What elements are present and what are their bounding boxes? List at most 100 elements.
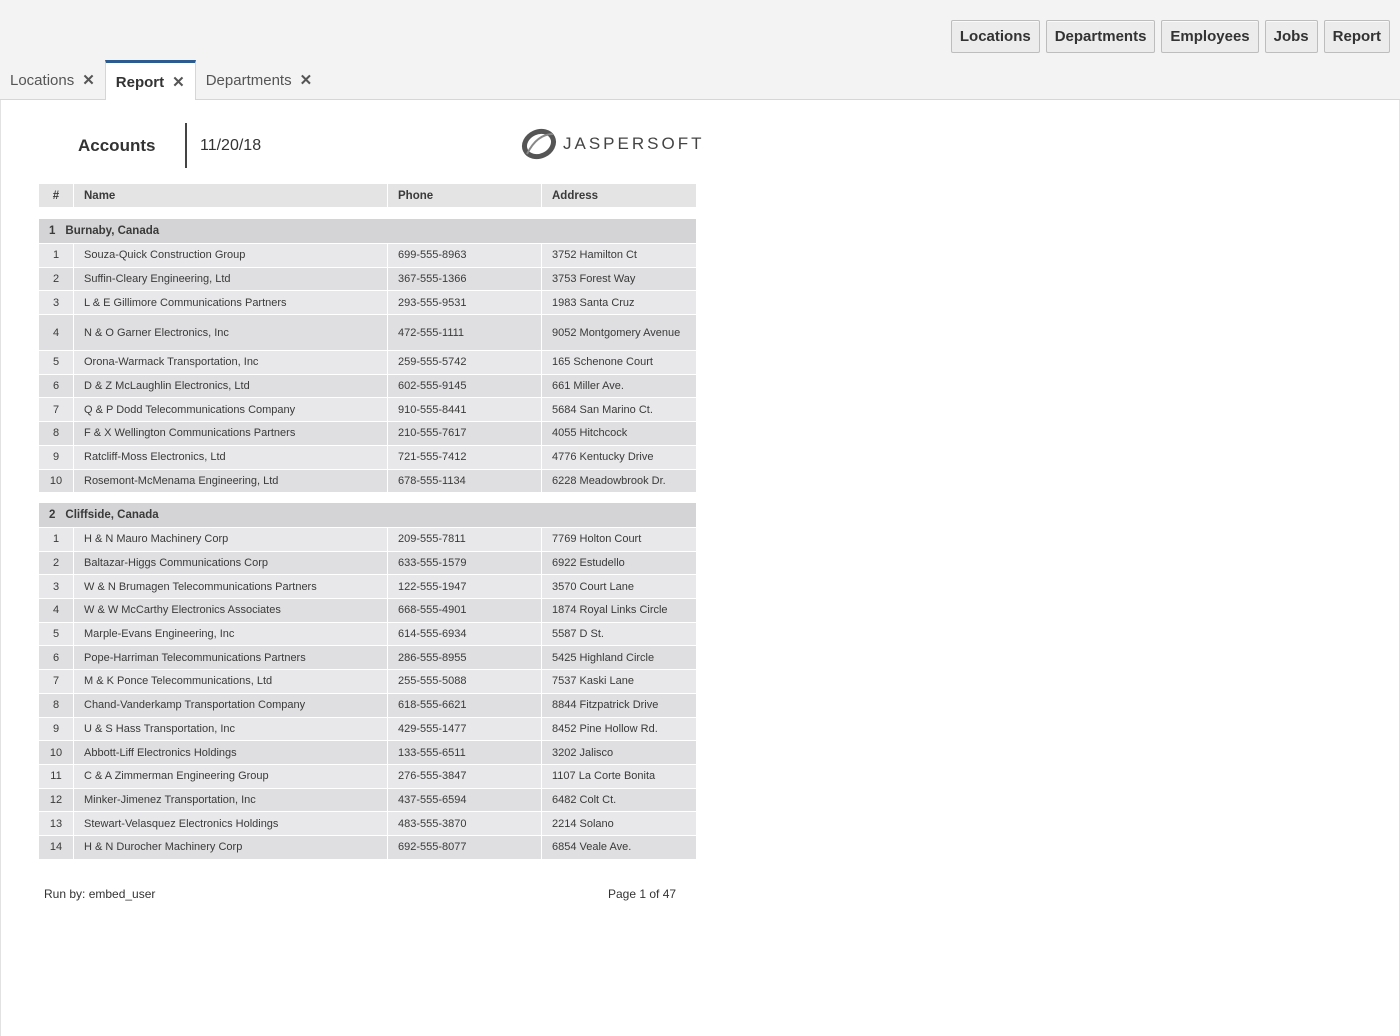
address-cell: 9052 Montgomery Avenue — [540, 314, 698, 352]
column-header-number[interactable]: # — [38, 183, 74, 208]
phone-cell: 692-555-8077 — [387, 834, 542, 860]
name-cell: N & O Garner Electronics, Inc — [73, 314, 388, 352]
phone-cell: 678-555-1134 — [387, 468, 542, 494]
table-row[interactable]: 3L & E Gillimore Communications Partners… — [38, 290, 698, 316]
table-row[interactable]: 4N & O Garner Electronics, Inc 472-555-11… — [38, 314, 698, 352]
name-cell: Marple-Evans Engineering, Inc — [73, 621, 388, 647]
tab-report[interactable]: Report ✕ — [104, 60, 196, 101]
row-number-cell: 4 — [38, 314, 74, 352]
table-row[interactable]: 13 Stewart-Velasquez Electronics Holdings… — [38, 811, 698, 836]
column-header-address[interactable]: Address — [541, 183, 697, 208]
tab-label: Locations — [10, 71, 75, 89]
phone-cell: 699-555-8963 — [387, 243, 542, 268]
phone-cell: 259-555-5742 — [387, 350, 542, 375]
address-cell: 3202 Jalisco — [540, 740, 698, 765]
phone-cell: 437-555-6594 — [387, 787, 542, 813]
name-cell: Souza-Quick Construction Group — [73, 243, 388, 268]
run-by-footer: Run by: embed_user — [44, 887, 156, 901]
name-cell: Suffin-Cleary Engineering, Ltd — [73, 266, 388, 292]
address-cell: 4055 Hitchcock — [540, 421, 698, 446]
column-header-phone[interactable]: Phone — [387, 183, 542, 208]
group-header-row: 2 Cliffside, Canada — [37, 502, 698, 528]
table-row[interactable]: 1H & N Mauro Machinery Corp 209-555-7811 7… — [38, 527, 698, 552]
phone-cell: 483-555-3870 — [387, 811, 542, 836]
logo-text: JASPERSOFT — [563, 134, 705, 153]
report-viewer: Accounts 11/20/18 JASPERSOFT # Name Phon… — [0, 100, 1400, 1036]
row-number-cell: 2 — [38, 266, 74, 292]
column-header-name[interactable]: Name — [73, 183, 388, 208]
tab-label: Report — [115, 73, 165, 91]
table-row[interactable]: 11 C & A Zimmerman Engineering Group 276-5… — [38, 763, 698, 789]
table-row[interactable]: 14 H & N Durocher Machinery Corp 692-555-8… — [38, 834, 698, 860]
row-number-cell: 7 — [38, 669, 74, 694]
phone-cell: 210-555-7617 — [387, 421, 542, 446]
phone-cell: 668-555-4901 — [387, 598, 542, 623]
row-number-cell: 1 — [38, 527, 74, 552]
table-row[interactable]: 8 Chand-Vanderkamp Transportation Company… — [38, 692, 698, 718]
row-number-cell: 6 — [38, 373, 74, 399]
name-cell: H & N Durocher Machinery Corp — [73, 834, 388, 860]
nav-jobs-button[interactable]: Jobs — [1264, 20, 1318, 53]
table-row[interactable]: 7M & K Ponce Telecommunications, Ltd 255-… — [38, 669, 698, 694]
table-row[interactable]: 10 Abbott-Liff Electronics Holdings 133-55… — [38, 740, 698, 765]
table-row[interactable]: 6D & Z McLaughlin Electronics, Ltd 602-55… — [38, 373, 698, 399]
table-row[interactable]: 9 Ratcliff-Moss Electronics, Ltd 721-555-7… — [38, 444, 698, 470]
nav-locations-button[interactable]: Locations — [950, 20, 1040, 53]
table-row[interactable]: 4W & W McCarthy Electronics Associates 66… — [38, 598, 698, 623]
group-name: Burnaby, Canada — [65, 225, 160, 237]
table-row[interactable]: 2 Baltazar-Higgs Communications Corp 633-5… — [38, 550, 698, 576]
table-row[interactable]: 8F & X Wellington Communications Partner… — [38, 421, 698, 446]
tab-label: Departments — [205, 71, 292, 89]
table-row[interactable]: 6 Pope-Harriman Telecommunications Partne… — [38, 645, 698, 671]
close-icon[interactable]: ✕ — [300, 71, 313, 89]
tab-bar: Locations ✕ Report ✕ Departments ✕ — [0, 60, 322, 101]
group-number: 2 — [49, 509, 56, 521]
nav-report-button[interactable]: Report — [1323, 20, 1390, 53]
table-row[interactable]: 1 Souza-Quick Construction Group 699-555-8… — [38, 243, 698, 268]
tab-departments[interactable]: Departments ✕ — [196, 60, 322, 100]
name-cell: Minker-Jimenez Transportation, Inc — [73, 787, 388, 813]
table-row[interactable]: 9U & S Hass Transportation, Inc 429-555-1… — [38, 716, 698, 742]
row-number-cell: 7 — [38, 397, 74, 423]
address-cell: 3753 Forest Way — [540, 266, 698, 292]
phone-cell: 133-555-6511 — [387, 740, 542, 765]
group-header-cell: 2 Cliffside, Canada — [37, 502, 698, 528]
page-indicator: Page 1 of 47 — [608, 887, 677, 901]
address-cell: 1983 Santa Cruz — [540, 290, 698, 316]
address-cell: 8844 Fitzpatrick Drive — [540, 692, 698, 718]
table-row[interactable]: 2 Suffin-Cleary Engineering, Ltd 367-555-1… — [38, 266, 698, 292]
address-cell: 3752 Hamilton Ct — [540, 243, 698, 268]
row-number-cell: 10 — [38, 468, 74, 494]
row-number-cell: 3 — [38, 290, 74, 316]
nav-departments-button[interactable]: Departments — [1045, 20, 1156, 53]
table-row[interactable]: 10 Rosemont-McMenama Engineering, Ltd 678-… — [38, 468, 698, 494]
nav-employees-button[interactable]: Employees — [1161, 20, 1259, 53]
tab-locations[interactable]: Locations ✕ — [0, 60, 105, 100]
address-cell: 7769 Holton Court — [540, 527, 698, 552]
name-cell: W & W McCarthy Electronics Associates — [73, 598, 388, 623]
table-header: # Name Phone Address — [38, 183, 697, 208]
name-cell: F & X Wellington Communications Partners — [73, 421, 388, 446]
name-cell: D & Z McLaughlin Electronics, Ltd — [73, 373, 388, 399]
address-cell: 5684 San Marino Ct. — [540, 397, 698, 423]
phone-cell: 209-555-7811 — [387, 527, 542, 552]
row-number-cell: 14 — [38, 834, 74, 860]
name-cell: Orona-Warmack Transportation, Inc — [73, 350, 388, 375]
phone-cell: 293-555-9531 — [387, 290, 542, 316]
group-table: 1 Burnaby, Canada 1 Souza-Quick Constructio… — [37, 218, 698, 494]
name-cell: W & N Brumagen Telecommunications Partne… — [73, 574, 388, 600]
name-cell: U & S Hass Transportation, Inc — [73, 716, 388, 742]
address-cell: 5425 Highland Circle — [540, 645, 698, 671]
row-number-cell: 9 — [38, 444, 74, 470]
table-row[interactable]: 5 Marple-Evans Engineering, Inc 614-555-69… — [38, 621, 698, 647]
address-cell: 165 Schenone Court — [540, 350, 698, 375]
phone-cell: 721-555-7412 — [387, 444, 542, 470]
table-row[interactable]: 3W & N Brumagen Telecommunications Partn… — [38, 574, 698, 600]
address-cell: 8452 Pine Hollow Rd. — [540, 716, 698, 742]
table-row[interactable]: 12 Minker-Jimenez Transportation, Inc 437-… — [38, 787, 698, 813]
close-icon[interactable]: ✕ — [172, 73, 185, 91]
close-icon[interactable]: ✕ — [82, 71, 95, 89]
table-row[interactable]: 7Q & P Dodd Telecommunications Company 91… — [38, 397, 698, 423]
table-row[interactable]: 5 Orona-Warmack Transportation, Inc 259-55… — [38, 350, 698, 375]
address-cell: 5587 D St. — [540, 621, 698, 647]
